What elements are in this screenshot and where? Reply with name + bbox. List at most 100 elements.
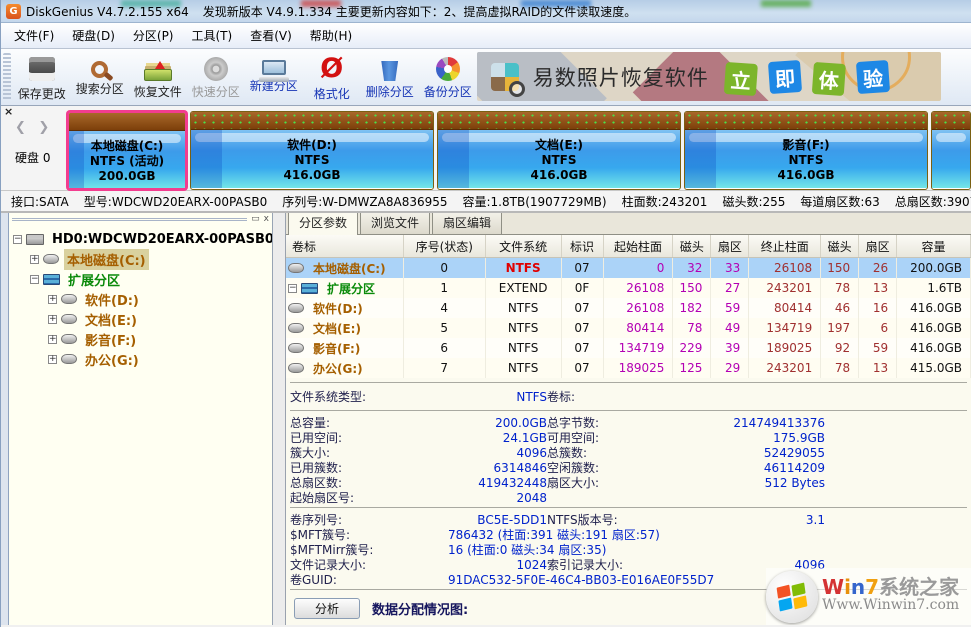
right-pane: 分区参数浏览文件扇区编辑 卷标序号(状态)文件系统标识起始柱面磁头扇区终止柱面磁… [286,213,971,625]
partition-block-g-clipped[interactable] [931,111,971,190]
partition-icon [61,354,77,364]
menu-item[interactable]: 硬盘(D) [63,24,124,47]
cell-capacity: 200.0GB [897,258,971,278]
cell-end-head: 78 [821,278,859,298]
table-header-cell[interactable]: 磁头 [821,235,859,257]
menu-item[interactable]: 查看(V) [241,24,301,47]
ad-banner[interactable]: 易数照片恢复软件 立即体验 [477,52,941,101]
cell-end-head: 78 [821,358,859,378]
tree-item[interactable]: − HD0:WDCWD20EARX-00PASB0 (1863GB) [9,229,272,249]
table-header-cell[interactable]: 扇区 [859,235,897,257]
panel-close-icon[interactable]: × [4,107,13,117]
tree-expander-icon[interactable]: − [30,275,39,284]
partition-icon [288,323,304,333]
table-header-cell[interactable]: 起始柱面 [604,235,674,257]
tree-item[interactable]: + 本地磁盘(C:) [9,249,272,269]
tree-expander-icon[interactable]: + [48,335,57,344]
cell-end-head: 46 [821,298,859,318]
table-row[interactable]: 办公(G:) 7 NTFS 07 189025 125 29 243201 78… [286,358,971,378]
menu-item[interactable]: 帮助(H) [301,24,361,47]
table-header-cell[interactable]: 磁头 [673,235,711,257]
menu-item[interactable]: 工具(T) [183,24,242,47]
cell-start-sector: 49 [711,318,749,338]
analyze-button[interactable]: 分析 [294,598,360,619]
table-header-cell[interactable]: 文件系统 [486,235,562,257]
tree-item[interactable]: + 软件(D:) [9,289,272,309]
winwin7-watermark: Win7系统之家 Www.Winwin7.com [766,568,971,625]
menu-item[interactable]: 文件(F) [5,24,63,47]
table-row[interactable]: 本地磁盘(C:) 0 NTFS 07 0 32 33 26108 150 26 … [286,258,971,278]
ad-cta-tile[interactable]: 体 [811,61,845,95]
brand-letters: Win7 [822,575,879,599]
cell-end-sector: 13 [859,358,897,378]
table-row[interactable]: 软件(D:) 4 NTFS 07 26108 182 59 80414 46 1… [286,298,971,318]
table-header-cell[interactable]: 容量 [897,235,971,257]
disk-info-segment: 总扇区数:3907029168 [895,193,971,210]
table-row[interactable]: 文档(E:) 5 NTFS 07 80414 78 49 134719 197 … [286,318,971,338]
tree-item[interactable]: + 影音(F:) [9,329,272,349]
ad-cta-tile[interactable]: 验 [856,59,890,93]
toolbar-button[interactable]: 快速分区 [187,49,245,105]
disk-nav-arrows[interactable]: ❮ ❯ [15,120,67,135]
table-row[interactable]: 影音(F:) 6 NTFS 07 134719 229 39 189025 92… [286,338,971,358]
partition-block-f[interactable]: 影音(F:) NTFS 416.0GB [684,111,928,190]
tree-item-label: 扩展分区 [65,269,123,290]
logical-partition-cap [932,112,970,130]
tab[interactable]: 扇区编辑 [432,213,502,234]
table-header-cell[interactable]: 扇区 [711,235,749,257]
menu-item[interactable]: 分区(P) [124,24,183,47]
partition-block-c[interactable]: 本地磁盘(C:) NTFS (活动) 200.0GB [67,111,187,190]
window-title: DiskGenius V4.7.2.155 x64发现新版本 V4.9.1.33… [26,3,636,20]
panel-splitter[interactable] [273,213,286,625]
cell-start-head: 78 [673,318,711,338]
new-partition-icon [262,60,286,75]
tree-expander-icon[interactable]: + [48,355,57,364]
partition-icon [288,343,304,353]
partition-block-d[interactable]: 软件(D:) NTFS 416.0GB [190,111,434,190]
toolbar-button[interactable]: 删除分区 [361,49,419,105]
toolbar-button[interactable]: 恢复文件 [129,49,187,105]
table-row[interactable]: −扩展分区 1 EXTEND 0F 26108 150 27 243201 78… [286,278,971,298]
cell-seq: 1 [404,278,486,298]
tree-grip[interactable] [12,218,247,221]
table-header-cell[interactable]: 卷标 [286,235,404,257]
table-header-cell[interactable]: 标识 [562,235,604,257]
tree-autohide-icon[interactable]: ▭ [251,215,260,224]
disk-map-controls: ❮ ❯ 硬盘 0 [1,106,67,190]
toolbar-button[interactable]: Ø 格式化 [303,49,361,105]
toolbar-button[interactable]: 保存更改 [13,49,71,105]
toolbar-button[interactable]: 搜索分区 [71,49,129,105]
capacity-details: 总容量: 200.0GB 总字节数: 214749413376 已用空间: 24… [290,414,971,504]
left-rail [1,213,9,625]
tab-bar: 分区参数浏览文件扇区编辑 [286,213,971,235]
tree-expander-icon[interactable]: + [30,255,39,264]
cell-start-cylinder: 189025 [604,358,674,378]
cell-capacity: 415.0GB [897,358,971,378]
title-bar[interactable]: G DiskGenius V4.7.2.155 x64发现新版本 V4.9.1.… [1,0,971,23]
tab[interactable]: 浏览文件 [360,213,430,234]
tree-expander-icon[interactable]: + [48,315,57,324]
tree-expander-icon[interactable]: + [48,295,57,304]
tab[interactable]: 分区参数 [288,213,358,235]
toolbar-button[interactable]: 备份分区 [419,49,477,105]
toolbar-grip[interactable] [3,53,11,101]
tree-close-icon[interactable]: x [264,215,269,224]
table-header-cell[interactable]: 序号(状态) [404,235,486,257]
tree-item[interactable]: − 扩展分区 [9,269,272,289]
cell-end-cylinder: 243201 [749,358,821,378]
tree-item[interactable]: + 文档(E:) [9,309,272,329]
app-title-text: DiskGenius V4.7.2.155 x64 [26,5,189,19]
disk-info-segment: 每道扇区数:63 [800,193,879,210]
photo-recovery-icon [491,63,519,91]
row-expander-icon[interactable]: − [288,284,297,293]
table-header-cell[interactable]: 终止柱面 [749,235,821,257]
ad-cta-tile[interactable]: 即 [768,59,802,93]
partition-block-e[interactable]: 文档(E:) NTFS 416.0GB [437,111,681,190]
detail-row: $MFT簇号: 786432 (柱面:391 磁头:191 扇区:57) [290,526,971,541]
ad-cta-tile[interactable]: 立 [723,61,757,95]
cell-capacity: 416.0GB [897,298,971,318]
cell-end-sector: 26 [859,258,897,278]
toolbar-button[interactable]: 新建分区 [245,49,303,105]
tree-item[interactable]: + 办公(G:) [9,349,272,369]
tree-expander-icon[interactable]: − [13,235,22,244]
